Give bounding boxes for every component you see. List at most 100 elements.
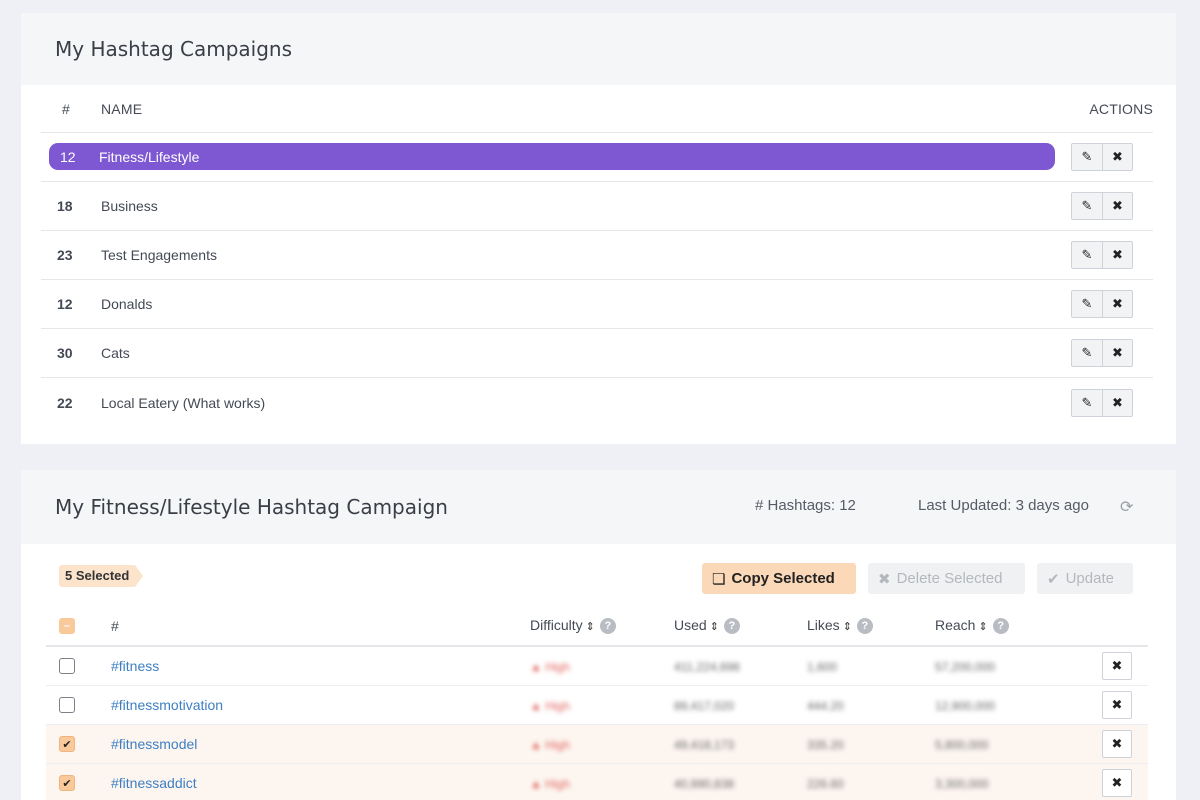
reach-value: 3,300,000 — [935, 777, 989, 791]
close-icon: ✖ — [1111, 775, 1123, 790]
update-button[interactable]: ✔ Update — [1037, 563, 1133, 594]
difficulty-text: High — [545, 738, 570, 752]
campaign-row[interactable]: 23 Test Engagements ✎ ✖ — [41, 231, 1153, 280]
delete-row-button[interactable]: ✖ — [1102, 691, 1132, 719]
page-title: My Hashtag Campaigns — [55, 37, 292, 61]
sort-icon[interactable]: ⇕ — [586, 621, 595, 633]
close-icon: ✖ — [1111, 697, 1123, 712]
delete-row-button[interactable]: ✖ — [1102, 769, 1132, 797]
sort-icon[interactable]: ⇕ — [710, 621, 719, 633]
column-header-actions: ACTIONS — [1089, 100, 1153, 117]
last-updated: Last Updated: 3 days ago — [918, 497, 1089, 514]
used-value: 40,990,838 — [674, 777, 735, 791]
likes-label: Likes — [807, 616, 840, 633]
campaign-name[interactable]: Test Engagements — [101, 247, 1053, 263]
used-value: 411,224,698 — [674, 660, 740, 674]
campaigns-card-header: My Hashtag Campaigns — [21, 13, 1176, 85]
close-icon: ✖ — [1111, 736, 1123, 751]
hashtag-link[interactable]: #fitnessmotivation — [111, 697, 223, 713]
pencil-icon[interactable]: ✎ — [1072, 291, 1102, 317]
row-checkbox[interactable] — [59, 658, 75, 674]
campaign-actions: ✎ ✖ — [1071, 241, 1133, 269]
pencil-icon[interactable]: ✎ — [1072, 193, 1102, 219]
close-icon[interactable]: ✖ — [1102, 389, 1132, 416]
refresh-icon[interactable]: ⟳ — [1120, 497, 1133, 517]
copy-selected-button[interactable]: ❏ Copy Selected — [702, 563, 856, 594]
difficulty-text: High — [545, 777, 570, 791]
campaign-count: 23 — [57, 247, 73, 263]
close-icon: ✖ — [1111, 658, 1123, 673]
close-icon[interactable]: ✖ — [1102, 242, 1132, 268]
difficulty-text: High — [545, 699, 570, 713]
campaign-name[interactable]: Cats — [101, 345, 1053, 361]
help-icon[interactable]: ? — [992, 618, 1009, 635]
campaigns-card: My Hashtag Campaigns # NAME ACTIONS 12 Fi… — [21, 13, 1176, 444]
pencil-icon[interactable]: ✎ — [1072, 144, 1102, 170]
campaign-count: 22 — [57, 394, 73, 411]
hashtag-row[interactable]: #fitnessmotivation ▲ High 89,417,020 444.20… — [46, 686, 1148, 725]
close-icon[interactable]: ✖ — [1102, 193, 1132, 219]
campaign-actions: ✎ ✖ — [1071, 192, 1133, 220]
copy-selected-label: Copy Selected — [731, 570, 835, 587]
campaign-detail-header: My Fitness/Lifestyle Hashtag Campaign # … — [21, 470, 1176, 544]
campaign-name[interactable]: Business — [101, 198, 1053, 214]
hashtag-link[interactable]: #fitnessmodel — [111, 736, 197, 752]
hashtag-row[interactable]: ✔ #fitnessmodel ▲ High 49,418,173 335.20 5,80… — [46, 725, 1148, 764]
campaign-name[interactable]: Fitness/Lifestyle — [99, 149, 1053, 165]
row-checkbox[interactable]: ✔ — [59, 736, 75, 752]
campaign-detail-card: My Fitness/Lifestyle Hashtag Campaign # … — [21, 470, 1176, 800]
difficulty-value: ▲ High — [530, 660, 570, 674]
campaign-row[interactable]: 22 Local Eatery (What works) ✎ ✖ — [41, 378, 1153, 427]
likes-value: 1,600 — [807, 660, 838, 674]
column-header-num: # — [62, 100, 70, 117]
help-icon[interactable]: ? — [856, 618, 873, 635]
delete-selected-button[interactable]: ✖ Delete Selected — [868, 563, 1025, 594]
hashtag-table: – # Difficulty ⇕? Used ⇕? Likes ⇕? Reach ⇕? … — [46, 606, 1148, 800]
pencil-icon[interactable]: ✎ — [1072, 340, 1102, 366]
delete-row-button[interactable]: ✖ — [1102, 652, 1132, 680]
row-checkbox[interactable]: ✔ — [59, 775, 75, 791]
difficulty-label: Difficulty — [530, 616, 583, 633]
column-header-name: NAME — [101, 100, 143, 117]
hashtag-row[interactable]: #fitness ▲ High 411,224,698 1,600 57,200,000… — [46, 647, 1148, 686]
sort-icon[interactable]: ⇕ — [978, 621, 987, 633]
reach-value: 5,800,000 — [935, 738, 989, 752]
campaign-name[interactable]: Donalds — [101, 296, 1053, 312]
campaign-row[interactable]: 12 Donalds ✎ ✖ — [41, 280, 1153, 329]
reach-label: Reach — [935, 616, 976, 633]
close-icon[interactable]: ✖ — [1102, 340, 1132, 366]
campaign-row[interactable]: 12 Fitness/Lifestyle ✎ ✖ — [41, 133, 1153, 182]
selected-count-badge: 5 Selected — [59, 565, 144, 587]
campaign-count: 12 — [57, 296, 73, 312]
campaign-actions: ✎ ✖ — [1071, 388, 1133, 417]
difficulty-value: ▲ High — [530, 777, 570, 791]
close-icon[interactable]: ✖ — [1102, 144, 1132, 170]
difficulty-value: ▲ High — [530, 699, 570, 713]
used-value: 89,417,020 — [674, 699, 735, 713]
sort-icon[interactable]: ⇕ — [843, 621, 852, 633]
campaign-row[interactable]: 30 Cats ✎ ✖ — [41, 329, 1153, 378]
column-header-used[interactable]: Used ⇕? — [674, 616, 807, 635]
campaign-row[interactable]: 18 Business ✎ ✖ — [41, 182, 1153, 231]
close-icon[interactable]: ✖ — [1102, 291, 1132, 317]
pencil-icon[interactable]: ✎ — [1072, 390, 1102, 416]
pencil-icon[interactable]: ✎ — [1072, 242, 1102, 268]
used-label: Used — [674, 616, 707, 633]
row-checkbox[interactable] — [59, 697, 75, 713]
difficulty-value: ▲ High — [530, 738, 570, 752]
column-header-reach[interactable]: Reach ⇕? — [935, 616, 1065, 635]
select-all-checkbox[interactable]: – — [59, 617, 75, 634]
campaign-name[interactable]: Local Eatery (What works) — [101, 395, 1053, 411]
hashtag-link[interactable]: #fitnessaddict — [111, 775, 197, 791]
likes-value: 335.20 — [807, 738, 844, 752]
hashtag-row[interactable]: ✔ #fitnessaddict ▲ High 40,990,838 226.60 3,3… — [46, 764, 1148, 800]
campaign-count: 12 — [60, 149, 76, 165]
help-icon[interactable]: ? — [599, 618, 616, 635]
column-header-likes[interactable]: Likes ⇕? — [807, 616, 935, 635]
help-icon[interactable]: ? — [723, 618, 740, 635]
hashtag-table-header: – # Difficulty ⇕? Used ⇕? Likes ⇕? Reach ⇕? — [46, 606, 1148, 647]
delete-row-button[interactable]: ✖ — [1102, 730, 1132, 758]
column-header-difficulty[interactable]: Difficulty ⇕? — [530, 616, 674, 635]
hashtag-link[interactable]: #fitness — [111, 658, 159, 674]
hashtag-count: # Hashtags: 12 — [755, 497, 856, 514]
